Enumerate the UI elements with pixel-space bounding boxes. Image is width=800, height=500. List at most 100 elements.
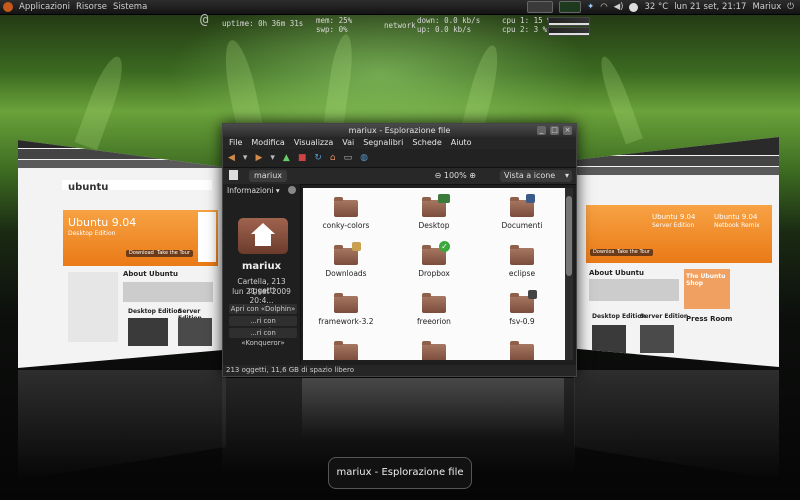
ubuntu-logo-icon[interactable]: [3, 2, 13, 12]
power-icon[interactable]: ⏻: [787, 0, 794, 14]
right-hero-title: Ubuntu 9.04: [652, 213, 696, 221]
grass-blade: [595, 53, 643, 145]
weather-icon[interactable]: [629, 2, 639, 12]
sidepane-header[interactable]: Informazioni ▾: [227, 186, 280, 195]
list-item[interactable]: ✓ Dropbox: [391, 241, 477, 278]
volume-icon[interactable]: ◀): [614, 0, 624, 14]
list-item[interactable]: Desktop: [391, 194, 477, 230]
menu-applications[interactable]: Applicazioni: [19, 0, 70, 14]
top-panel: Applicazioni Risorse Sistema ✦ ◠ ◀) 32 °…: [0, 0, 800, 15]
zoom-control[interactable]: ⊖ 100% ⊕: [435, 170, 476, 182]
sidepane-close-icon[interactable]: [288, 186, 296, 194]
left-download-button[interactable]: Download: [126, 250, 157, 257]
menu-help[interactable]: Aiuto: [451, 137, 472, 149]
right-browser-window[interactable]: Ubuntu 9.04 Server Edition Ubuntu 9.04 N…: [574, 137, 779, 367]
synced-check-icon: ✓: [439, 241, 450, 252]
menu-view[interactable]: Visualizza: [294, 137, 333, 149]
left-hero-title: Ubuntu 9.04: [68, 216, 137, 229]
right-hero-sub: Server Edition: [652, 222, 695, 229]
back-dropdown-icon[interactable]: ▾: [243, 153, 248, 163]
window-tooltip: mariux - Esplorazione file: [328, 457, 472, 489]
cpu1-graph: [548, 17, 590, 26]
item-label: freeorion: [417, 317, 451, 326]
menu-places[interactable]: Risorse: [76, 0, 107, 14]
menu-go[interactable]: Vai: [342, 137, 354, 149]
open-with-dolphin-button[interactable]: Apri con «Dolphin»: [229, 304, 297, 314]
system-monitor-icon[interactable]: [559, 1, 582, 13]
item-label: Desktop: [418, 221, 450, 230]
documents-emblem-icon: [526, 194, 535, 203]
left-browser-window[interactable]: ubuntu Ubuntu 9.04 Desktop Edition Downl…: [18, 140, 226, 368]
item-label: Downloads: [325, 269, 367, 278]
view-mode-select[interactable]: Vista a icone ▾: [500, 170, 572, 182]
list-item[interactable]: [303, 341, 389, 360]
conky-cpu: cpu 1: 15 % cpu 2: 3 %: [502, 16, 552, 34]
right-tour-button[interactable]: Take the Tour: [614, 249, 653, 256]
up-icon[interactable]: ▲: [283, 153, 290, 163]
list-item[interactable]: fsv-0.9: [479, 290, 565, 326]
folder-icon: [510, 290, 537, 313]
wifi-icon[interactable]: ◠: [600, 0, 607, 14]
right-server-edition[interactable]: Server Edition: [640, 313, 688, 320]
computer-icon[interactable]: ▭: [344, 153, 353, 163]
right-about-heading: About Ubuntu: [589, 269, 644, 277]
list-item[interactable]: [391, 341, 477, 360]
right-hero2-sub: Netbook Remix: [714, 222, 760, 229]
left-hero-sub: Desktop Edition: [68, 230, 116, 237]
conky-cpu1: cpu 1: 15 %: [502, 16, 552, 25]
home-icon[interactable]: ⌂: [330, 153, 336, 163]
maximize-button[interactable]: □: [550, 126, 559, 135]
list-item[interactable]: Documenti: [479, 194, 565, 230]
close-button[interactable]: ×: [563, 126, 572, 135]
temperature-label: 32 °C: [644, 2, 669, 12]
conky-down: down: 0.0 kb/s: [417, 16, 481, 25]
list-item[interactable]: Downloads: [303, 242, 389, 278]
left-tour-button[interactable]: Take the Tour: [154, 250, 193, 257]
menu-tabs[interactable]: Schede: [412, 137, 441, 149]
forward-icon[interactable]: ▶: [255, 153, 262, 163]
menu-bookmarks[interactable]: Segnalibri: [363, 137, 403, 149]
scrollbar-thumb[interactable]: [566, 196, 572, 276]
user-menu[interactable]: Mariux: [752, 0, 781, 14]
vertical-scrollbar[interactable]: [565, 188, 573, 360]
folder-icon: ✓: [422, 241, 450, 265]
file-manager-window[interactable]: mariux - Esplorazione file _ □ × File Mo…: [222, 123, 577, 377]
list-item[interactable]: eclipse: [479, 245, 565, 278]
item-label: Dropbox: [418, 269, 450, 278]
search-icon[interactable]: ◍: [360, 153, 368, 163]
breadcrumb-mariux[interactable]: mariux: [249, 170, 288, 182]
conky-debian-logo: @: [200, 13, 208, 27]
location-bar: mariux ⊖ 100% ⊕ Vista a icone ▾: [223, 167, 576, 185]
zoom-out-icon[interactable]: ⊖: [435, 171, 442, 180]
dropbox-icon[interactable]: ✦: [587, 0, 594, 14]
folder-icon: [422, 341, 446, 360]
menu-system[interactable]: Sistema: [113, 0, 147, 14]
list-item[interactable]: [479, 341, 565, 360]
folder-icon: [422, 293, 446, 313]
window-titlebar[interactable]: mariux - Esplorazione file _ □ ×: [223, 124, 576, 137]
list-item[interactable]: freeorion: [391, 293, 477, 326]
open-with-konqueror-button[interactable]: ...ri con «Konqueror»: [229, 328, 297, 347]
menu-edit[interactable]: Modifica: [251, 137, 284, 149]
menu-file[interactable]: File: [229, 137, 242, 149]
list-item[interactable]: conky-colors: [303, 197, 389, 230]
workspace-switcher-icon[interactable]: [527, 1, 554, 13]
list-item[interactable]: framework-3.2: [303, 293, 389, 326]
forward-dropdown-icon[interactable]: ▾: [270, 153, 275, 163]
right-press-room[interactable]: Press Room: [686, 315, 732, 323]
back-icon[interactable]: ◀: [228, 153, 235, 163]
open-with-gwenview-button[interactable]: ...ri con «Gwenview»: [229, 316, 297, 335]
zoom-in-icon[interactable]: ⊕: [469, 171, 476, 180]
right-desktop-edition[interactable]: Desktop Edition: [592, 313, 646, 320]
stop-icon[interactable]: ■: [298, 153, 307, 163]
cpu2-graph: [548, 27, 590, 36]
edit-location-icon[interactable]: [229, 170, 238, 180]
chevron-down-icon: ▾: [564, 171, 569, 180]
left-desktop-edition[interactable]: Desktop Edition: [128, 308, 182, 315]
reload-icon[interactable]: ↻: [314, 153, 322, 163]
menubar: File Modifica Visualizza Vai Segnalibri …: [223, 137, 576, 149]
minimize-button[interactable]: _: [537, 126, 546, 135]
info-sidepane: Informazioni ▾ mariux Cartella, 213 ogge…: [223, 184, 301, 364]
clock[interactable]: lun 21 set, 21:17: [674, 0, 746, 14]
right-shop[interactable]: The Ubuntu Shop: [686, 273, 726, 287]
